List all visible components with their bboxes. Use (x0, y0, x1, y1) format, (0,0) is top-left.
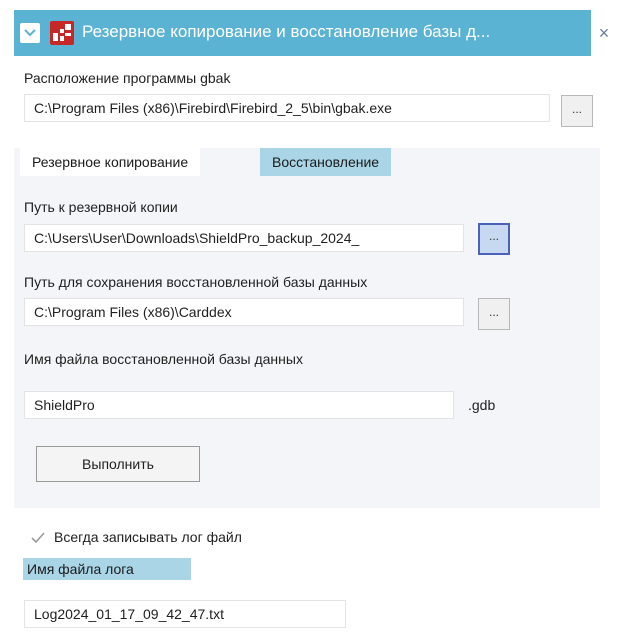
always-write-log-label: Всегда записывать лог файл (54, 529, 242, 545)
chevron-down-icon[interactable] (20, 23, 40, 43)
gbak-path-field[interactable]: C:\Program Files (x86)\Firebird\Firebird… (24, 94, 550, 122)
close-icon[interactable]: × (591, 10, 617, 56)
tab-backup[interactable]: Резервное копирование (20, 148, 201, 176)
save-path-label: Путь для сохранения восстановленной базы… (24, 274, 368, 290)
tab-panel: Резервное копирование Восстановление Пут… (14, 148, 600, 508)
execute-button[interactable]: Выполнить (36, 446, 200, 482)
window-title: Резервное копирование и восстановление б… (82, 22, 491, 41)
backup-browse-button[interactable]: ... (478, 223, 510, 255)
log-name-field[interactable]: Log2024_01_17_09_42_47.txt (24, 600, 346, 628)
log-name-label: Имя файла лога (23, 558, 191, 580)
backup-path-label: Путь к резервной копии (24, 199, 178, 215)
db-name-field[interactable]: ShieldPro (24, 391, 454, 419)
always-write-log-checkbox[interactable] (30, 530, 46, 546)
title-bar: Резервное копирование и восстановление б… (14, 10, 591, 56)
tab-restore[interactable]: Восстановление (260, 148, 392, 176)
gbak-browse-button[interactable]: ... (561, 95, 593, 127)
db-extension-label: .gdb (468, 397, 496, 413)
backup-path-field[interactable]: C:\Users\User\Downloads\ShieldPro_backup… (24, 224, 464, 252)
app-window: Резервное копирование и восстановление б… (0, 0, 617, 641)
save-path-field[interactable]: C:\Program Files (x86)\Carddex (24, 298, 464, 326)
db-name-label: Имя файла восстановленной базы данных (24, 351, 303, 367)
checkmark-icon (31, 532, 45, 544)
app-icon (50, 21, 74, 45)
gbak-location-label: Расположение программы gbak (24, 70, 231, 86)
save-browse-button[interactable]: ... (478, 298, 510, 330)
